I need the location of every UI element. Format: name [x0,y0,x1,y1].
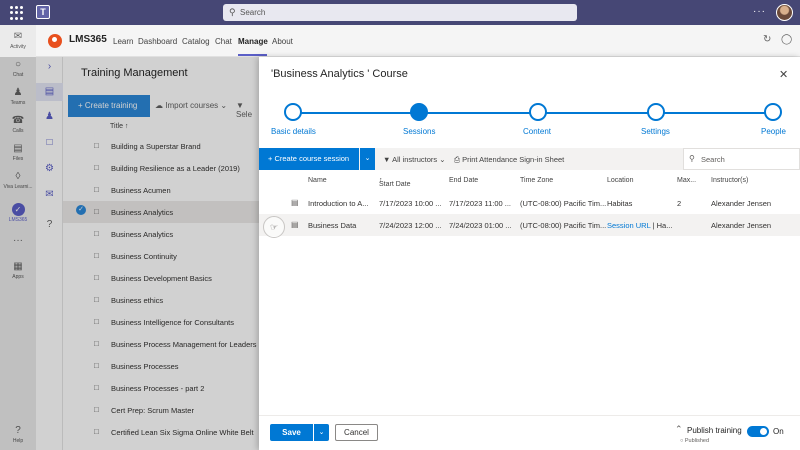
sessions-toolbar: + Create course session ⌄ ▼ All instruct… [259,148,800,170]
calendar-icon: ▤ [291,220,299,229]
session-search-input[interactable]: ⚲ Search [683,148,800,170]
session-timezone: (UTC-08:00) Pacific Tim... [520,221,606,230]
step-sessions[interactable] [410,103,428,121]
table-row[interactable]: ▤ Introduction to A... 7/17/2023 10:00 .… [259,192,800,214]
calendar-icon: ▤ [291,198,299,207]
app-launcher-icon[interactable] [10,6,24,20]
avatar[interactable] [776,4,793,21]
panel-footer: Save ⌄ Cancel ⌃ Publish training ○ Publi… [259,415,800,450]
session-max: 2 [677,199,682,208]
app-name: LMS365 [69,34,107,45]
column-start-label: Start Date [379,181,411,188]
course-panel: 'Business Analytics ' Course ✕ Basic det… [259,57,800,450]
lms365-logo-icon [48,34,62,48]
step-basic-details[interactable] [284,103,302,121]
step-label: Sessions [403,127,436,136]
column-header-location[interactable]: Location [607,177,633,184]
panel-title: 'Business Analytics ' Course [271,68,408,80]
tab-chat[interactable]: Chat [215,37,232,46]
more-options-icon[interactable]: ··· [753,6,766,17]
filter-icon: ▼ [383,155,391,164]
session-start: 7/24/2023 12:00 ... [379,221,442,230]
tab-about[interactable]: About [272,37,293,46]
teams-top-bar: T ⚲ Search ··· [0,0,800,25]
session-start: 7/17/2023 10:00 ... [379,199,442,208]
column-header-instructors[interactable]: Instructor(s) [711,177,748,184]
session-name: Business Data [308,221,357,230]
session-end: 7/17/2023 11:00 ... [449,199,511,208]
chevron-down-icon[interactable]: ⌄ [360,148,375,170]
tab-learn[interactable]: Learn [113,37,133,46]
search-icon: ⚲ [689,154,695,163]
rail-item-activity[interactable]: ✉ Activity [0,31,36,50]
print-attendance-button[interactable]: ⎙ Print Attendance Sign-in Sheet [454,155,564,165]
instructor-filter[interactable]: ▼ All instructors ⌄ [383,155,446,164]
tab-catalog[interactable]: Catalog [182,37,210,46]
published-status: ○ Published [680,438,710,444]
step-label: Basic details [271,127,316,136]
toggle-label: On [773,427,784,436]
session-timezone: (UTC-08:00) Pacific Tim... [520,199,606,208]
pointer-hand-icon: ☞ [270,222,279,232]
step-label: Settings [641,127,670,136]
session-location-rest: | Ha... [650,221,673,230]
publish-training-label: Publish training [687,426,742,435]
session-instructor: Alexander Jensen [711,221,772,230]
global-search-input[interactable]: ⚲ Search [223,4,577,21]
wizard-stepper: Basic details Sessions Content Settings … [259,101,800,141]
session-name: Introduction to A... [308,199,369,208]
refresh-icon[interactable]: ↻ [763,34,771,45]
search-placeholder: Search [240,8,266,17]
cancel-button[interactable]: Cancel [335,424,378,441]
session-location: Session URL | Ha... [607,221,673,230]
step-label: People [761,127,786,136]
close-icon[interactable]: ✕ [779,68,788,81]
print-label: Print Attendance Sign-in Sheet [462,155,565,164]
shield-icon[interactable]: ◯ [781,34,792,45]
chevron-down-icon[interactable]: ⌄ [313,424,329,441]
tab-manage[interactable]: Manage [238,37,268,46]
table-header: Name Start Date ↑ End Date Time Zone Loc… [259,173,800,189]
session-url-link[interactable]: Session URL [607,221,651,230]
column-header-start[interactable]: Start Date ↑ [379,177,411,188]
teams-logo-icon: T [36,5,50,19]
bell-icon: ✉ [13,31,23,42]
rail-label: Activity [10,44,26,50]
step-people[interactable] [764,103,782,121]
step-settings[interactable] [647,103,665,121]
step-label: Content [523,127,552,136]
column-header-end[interactable]: End Date [449,177,478,184]
session-instructor: Alexander Jensen [711,199,772,208]
tab-dashboard[interactable]: Dashboard [138,37,177,46]
publish-toggle[interactable] [747,426,769,437]
chevron-up-icon[interactable]: ⌃ [675,424,683,435]
search-icon: ⚲ [229,7,236,17]
app-header: LMS365 Learn Dashboard Catalog Chat Mana… [36,25,800,57]
column-header-timezone[interactable]: Time Zone [520,177,553,184]
modal-overlay [0,57,259,450]
published-status-text: Published [684,438,710,444]
table-row[interactable]: ☞ ▤ Business Data 7/24/2023 12:00 ... 7/… [259,214,800,238]
cursor-indicator: ☞ [263,216,285,238]
column-header-name[interactable]: Name [308,177,327,184]
session-end: 7/24/2023 01:00 ... [449,221,512,230]
create-course-session-button[interactable]: + Create course session [259,148,359,170]
create-session-label: Create course session [274,154,350,163]
print-icon: ⎙ [454,155,460,164]
filter-label: All instructors [392,155,438,164]
active-tab-indicator [238,54,267,56]
search-placeholder: Search [701,155,725,164]
column-header-max[interactable]: Max... [677,177,696,184]
step-content[interactable] [529,103,547,121]
save-button[interactable]: Save [270,424,313,441]
session-location: Habitas [607,199,633,208]
